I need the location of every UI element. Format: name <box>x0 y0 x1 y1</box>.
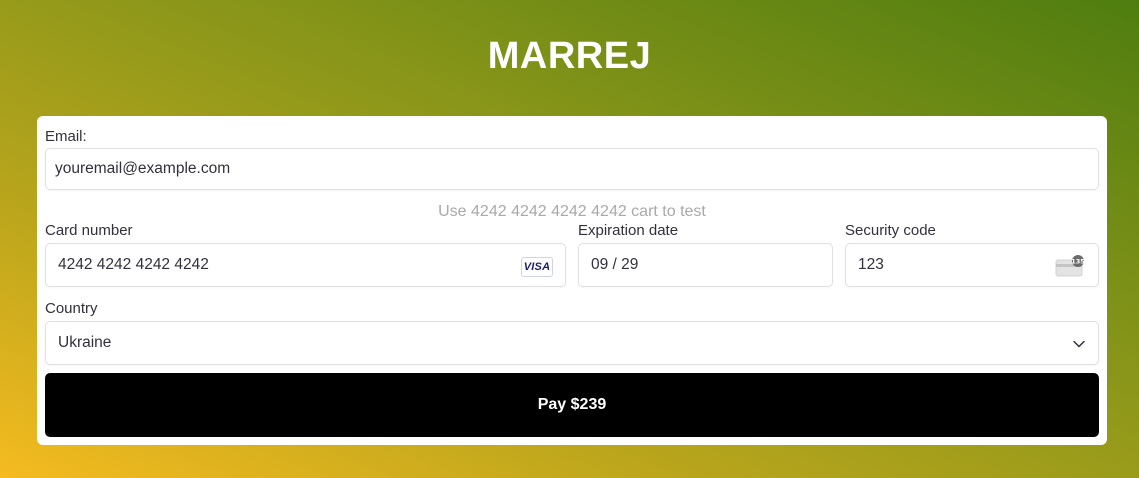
expiration-input[interactable]: 09 / 29 <box>578 243 833 287</box>
card-number-label: Card number <box>45 222 133 239</box>
checkout-form: Email: youremail@example.com Use 4242 42… <box>37 116 1107 445</box>
cvc-card-icon: 135 <box>1055 255 1085 277</box>
country-value: Ukraine <box>58 334 112 351</box>
card-number-input[interactable]: 4242 4242 4242 4242 VISA <box>45 243 566 287</box>
security-code-label: Security code <box>845 222 936 239</box>
country-select[interactable]: Ukraine <box>45 321 1099 365</box>
email-value: youremail@example.com <box>55 160 231 177</box>
security-code-input[interactable]: 123 135 <box>845 243 1099 287</box>
visa-card-icon: VISA <box>521 257 553 277</box>
card-number-value: 4242 4242 4242 4242 <box>58 256 209 273</box>
brand-title: MARREJ <box>487 35 652 77</box>
pay-button[interactable]: Pay $239 <box>45 373 1099 437</box>
country-label: Country <box>45 300 98 317</box>
email-label: Email: <box>45 128 87 145</box>
expiration-label: Expiration date <box>578 222 679 239</box>
cvc-icon-badge: 135 <box>1071 257 1085 265</box>
test-card-hint: Use 4242 4242 4242 4242 cart to test <box>438 203 706 220</box>
email-field[interactable]: youremail@example.com <box>45 148 1099 190</box>
expiration-value: 09 / 29 <box>591 256 639 273</box>
chevron-down-icon <box>1073 340 1085 348</box>
